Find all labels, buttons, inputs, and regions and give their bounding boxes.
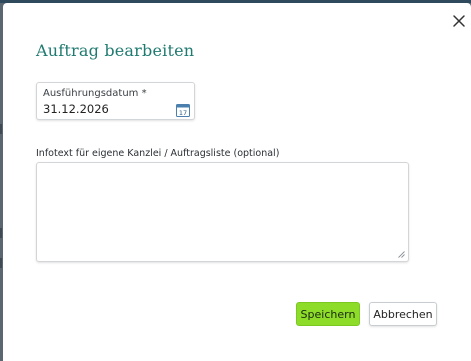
info-text-field[interactable] xyxy=(36,162,409,262)
info-text-label: Infotext für eigene Kanzlei / Auftragsli… xyxy=(36,148,280,159)
cancel-button[interactable]: Abbrechen xyxy=(369,302,437,326)
execution-date-label: Ausführungsdatum * xyxy=(43,88,147,99)
close-icon xyxy=(453,15,465,27)
background-edge-mark xyxy=(0,258,2,268)
calendar-icon: 17 xyxy=(176,104,190,117)
info-text-input[interactable] xyxy=(37,163,408,261)
page: Auftrag bearbeiten Ausführungsdatum * 17… xyxy=(0,0,471,361)
calendar-button[interactable]: 17 xyxy=(176,102,190,117)
execution-date-input[interactable] xyxy=(41,101,165,117)
save-button[interactable]: Speichern xyxy=(296,302,360,326)
background-edge-mark xyxy=(0,124,2,134)
close-button[interactable] xyxy=(449,11,469,31)
background-edge-mark xyxy=(0,228,2,238)
dialog-title: Auftrag bearbeiten xyxy=(36,41,195,60)
execution-date-field[interactable]: Ausführungsdatum * 17 xyxy=(36,82,195,120)
resize-grip-icon[interactable] xyxy=(398,251,405,258)
edit-order-dialog: Auftrag bearbeiten Ausführungsdatum * 17… xyxy=(3,3,471,361)
calendar-day-text: 17 xyxy=(179,109,187,117)
